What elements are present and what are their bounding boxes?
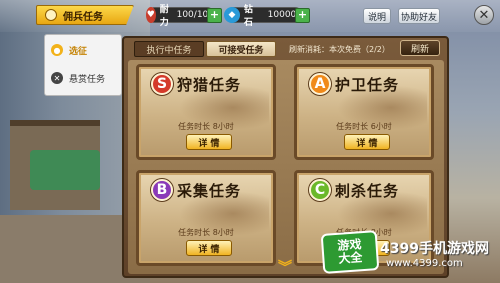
side-item-select[interactable]: ● 选征: [51, 39, 117, 61]
rank-badge-b: B: [151, 179, 173, 201]
detail-button[interactable]: 详 情: [186, 134, 232, 150]
close-icon: ✕: [478, 7, 490, 23]
scroll-down-icon[interactable]: ︾: [275, 260, 295, 276]
mission-name: 采集任务: [177, 182, 242, 200]
mission-card-gather[interactable]: B 采集任务 任务时长 8小时 详 情: [136, 170, 276, 266]
stamina-icon: ♥: [146, 7, 156, 23]
add-diamond-button[interactable]: +: [295, 8, 310, 23]
mission-name: 刺杀任务: [335, 182, 400, 200]
detail-button[interactable]: 详 情: [186, 240, 232, 256]
mission-duration: 任务时长 8小时: [178, 228, 234, 237]
watermark-text: 4399手机游戏网: [380, 241, 489, 257]
background-foliage: [30, 150, 100, 190]
refresh-cost-text: 刷新消耗：本次免费（2/2）: [289, 45, 390, 54]
side-menu: ● 选征 ✕ 悬赏任务: [44, 34, 122, 96]
diamond-icon: ◆: [224, 7, 240, 23]
close-button[interactable]: ✕: [474, 5, 494, 25]
mission-card-escort[interactable]: A 护卫任务 任务时长 6小时 详 情: [294, 64, 434, 160]
refresh-button[interactable]: 刷新: [400, 40, 440, 56]
watermark-logo-line2: 大全: [337, 250, 363, 266]
detail-button[interactable]: 详 情: [344, 134, 390, 150]
mission-name: 护卫任务: [335, 76, 400, 94]
mission-duration: 任务时长 8小时: [178, 122, 234, 131]
mission-card-hunt[interactable]: S 狩猎任务 任务时长 8小时 详 情: [136, 64, 276, 160]
side-item-bounty[interactable]: ✕ 悬赏任务: [51, 67, 117, 89]
tab-in-progress[interactable]: 执行中任务: [134, 41, 204, 57]
top-bar: 佣兵任务 ♥ 耐力 100/100 + ◆ 钻石 100000 + 说明 协助好…: [0, 0, 500, 32]
mission-name: 狩猎任务: [177, 76, 242, 94]
rank-badge-a: A: [309, 73, 331, 95]
side-item-label: 选征: [69, 46, 88, 57]
assist-friends-button[interactable]: 协助好友: [398, 8, 440, 24]
rank-badge-c: C: [309, 179, 331, 201]
mission-duration: 任务时长 6小时: [336, 122, 392, 131]
page-title: 佣兵任务: [63, 11, 103, 23]
diamond-label: 钻石: [243, 5, 253, 28]
bounty-icon: ✕: [51, 72, 63, 84]
side-item-label: 悬赏任务: [69, 74, 106, 85]
page-title-tab: 佣兵任务: [36, 5, 134, 25]
rank-badge-s: S: [151, 73, 173, 95]
select-icon: ●: [51, 44, 63, 56]
stamina-counter: ♥ 耐力 100/100 +: [146, 5, 222, 28]
watermark-logo: 游戏 大全: [320, 230, 380, 274]
diamond-counter: ◆ 钻石 100000 +: [224, 5, 310, 28]
watermark-url: www.4399.com: [386, 258, 463, 269]
help-button[interactable]: 说明: [363, 8, 391, 24]
mission-icon: [45, 9, 57, 21]
stamina-label: 耐力: [159, 5, 169, 28]
add-stamina-button[interactable]: +: [207, 8, 222, 23]
tab-acceptable[interactable]: 可接受任务: [206, 41, 276, 57]
